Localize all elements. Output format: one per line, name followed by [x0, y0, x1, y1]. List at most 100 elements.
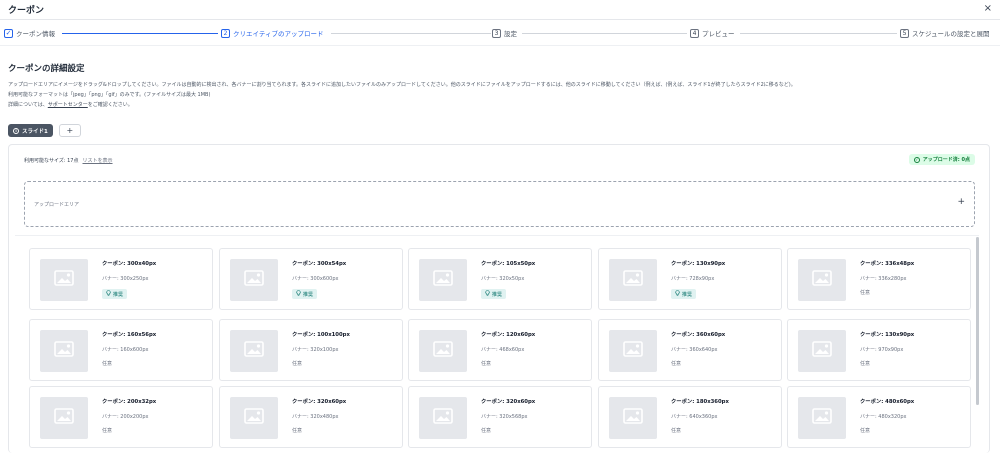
scrollbar-track[interactable]: [976, 237, 979, 405]
uploaded-count-text: アップロード済: 0点: [922, 157, 970, 163]
recommended-label: 推奨: [303, 291, 314, 298]
size-card-grid: クーポン: 300x40px バナー: 300x250px 推奨 クーポン: 300x…: [15, 235, 979, 453]
size-card[interactable]: クーポン: 120x60px バナー: 468x60px 任意: [408, 319, 592, 381]
step-creative-upload[interactable]: 2 クリエイティブのアップロード: [221, 26, 324, 40]
image-icon: [244, 408, 264, 428]
image-placeholder: [609, 259, 657, 301]
image-placeholder: [230, 259, 278, 301]
image-icon: [244, 341, 264, 361]
coupon-size: クーポン: 200x32px: [102, 399, 157, 405]
step-number: 5: [900, 28, 909, 38]
image-icon: [54, 341, 74, 361]
modal-title: クーポン: [8, 6, 45, 16]
image-icon: [623, 341, 643, 361]
slide-tab-label: スライド1: [22, 128, 48, 135]
banner-size: バナー: 360x640px: [671, 347, 718, 353]
image-placeholder: [798, 259, 846, 301]
banner-size: バナー: 300x250px: [102, 276, 149, 282]
dropzone-label: アップロードエリア: [34, 202, 80, 208]
image-icon: [433, 341, 453, 361]
size-card[interactable]: クーポン: 180x360px バナー: 640x360px 任意: [598, 386, 782, 448]
coupon-size: クーポン: 480x60px: [860, 399, 915, 405]
optional-label: 任意: [102, 361, 113, 367]
recommended-badge: 推奨: [481, 289, 507, 299]
size-card[interactable]: クーポン: 160x56px バナー: 160x600px 任意: [29, 319, 213, 381]
image-placeholder: [609, 330, 657, 372]
step-label: クーポン情報: [16, 30, 55, 38]
image-placeholder: [40, 397, 88, 439]
size-card[interactable]: クーポン: 320x60px バナー: 320x480px 任意: [219, 386, 403, 448]
recommended-label: 推奨: [492, 291, 503, 298]
upload-dropzone[interactable]: アップロードエリア +: [24, 181, 975, 227]
image-placeholder: [40, 259, 88, 301]
step-number: 3: [492, 28, 501, 38]
banner-size: バナー: 160x600px: [102, 347, 149, 353]
size-card[interactable]: クーポン: 480x60px バナー: 480x320px 任意: [787, 386, 971, 448]
size-card[interactable]: クーポン: 320x60px バナー: 320x568px 任意: [408, 386, 592, 448]
support-center-link[interactable]: サポートセンター: [48, 102, 88, 108]
size-card[interactable]: クーポン: 200x32px バナー: 200x200px 任意: [29, 386, 213, 448]
size-card[interactable]: クーポン: 360x60px バナー: 360x640px 任意: [598, 319, 782, 381]
optional-label: 任意: [481, 361, 492, 367]
lightbulb-icon: [296, 290, 303, 298]
close-icon[interactable]: ×: [984, 3, 992, 14]
divider: [0, 45, 1000, 46]
image-icon: [54, 408, 74, 428]
upload-panel: 利用可能なサイズ: 17点 リストを表示 ✓ アップロード済: 0点 アップロード…: [8, 144, 990, 453]
step-label: 設定: [504, 30, 517, 38]
info-circle-icon: i: [13, 127, 19, 134]
coupon-size: クーポン: 130x90px: [671, 261, 726, 267]
slide-tabs: i スライド1 +: [8, 124, 81, 137]
banner-size: バナー: 320x100px: [292, 347, 339, 353]
image-icon: [433, 270, 453, 290]
size-card[interactable]: クーポン: 300x54px バナー: 300x600px 推奨: [219, 248, 403, 310]
step-connector: [331, 33, 491, 34]
size-card[interactable]: クーポン: 105x50px バナー: 320x50px 推奨: [408, 248, 592, 310]
step-number: 4: [690, 28, 699, 38]
size-card[interactable]: クーポン: 100x100px バナー: 320x100px 任意: [219, 319, 403, 381]
show-list-link[interactable]: リストを表示: [83, 158, 113, 164]
image-placeholder: [419, 259, 467, 301]
step-coupon-info[interactable]: ✓ クーポン情報: [4, 26, 55, 40]
image-icon: [54, 270, 74, 290]
size-card[interactable]: クーポン: 130x90px バナー: 728x90px 推奨: [598, 248, 782, 310]
add-slide-button[interactable]: +: [58, 124, 81, 137]
step-preview[interactable]: 4 プレビュー: [690, 26, 735, 40]
banner-size: バナー: 320x480px: [292, 414, 339, 420]
coupon-size: クーポン: 105x50px: [481, 261, 536, 267]
image-placeholder: [230, 397, 278, 439]
coupon-size: クーポン: 120x60px: [481, 332, 536, 338]
coupon-size: クーポン: 300x54px: [292, 261, 347, 267]
step-schedule[interactable]: 5 スケジュールの設定と展開: [900, 26, 990, 40]
banner-size: バナー: 200x200px: [102, 414, 149, 420]
image-placeholder: [798, 330, 846, 372]
step-label: スケジュールの設定と展開: [912, 30, 990, 38]
coupon-size: クーポン: 180x360px: [671, 399, 729, 405]
image-icon: [812, 270, 832, 290]
optional-label: 任意: [292, 428, 303, 434]
instructions-text: をご確認ください。: [87, 102, 133, 108]
coupon-size: クーポン: 130x90px: [860, 332, 915, 338]
lightbulb-icon: [106, 290, 113, 298]
optional-label: 任意: [481, 428, 492, 434]
check-circle-icon: ✓: [913, 156, 920, 163]
available-sizes: 利用可能なサイズ: 17点 リストを表示: [24, 157, 113, 164]
tab-slide-1[interactable]: i スライド1: [8, 124, 53, 137]
stepper: ✓ クーポン情報 2 クリエイティブのアップロード 3 設定 4 プレビュー 5…: [0, 26, 1000, 40]
plus-icon[interactable]: +: [957, 197, 965, 207]
image-icon: [244, 270, 264, 290]
size-card[interactable]: クーポン: 300x40px バナー: 300x250px 推奨: [29, 248, 213, 310]
optional-label: 任意: [860, 290, 871, 296]
image-placeholder: [230, 330, 278, 372]
optional-label: 任意: [860, 361, 871, 367]
optional-label: 任意: [102, 428, 113, 434]
image-icon: [623, 270, 643, 290]
size-card[interactable]: クーポン: 336x48px バナー: 336x280px 任意: [787, 248, 971, 310]
size-card[interactable]: クーポン: 130x90px バナー: 970x90px 任意: [787, 319, 971, 381]
section-title: クーポンの詳細設定: [8, 64, 85, 74]
step-settings[interactable]: 3 設定: [492, 26, 517, 40]
banner-size: バナー: 970x90px: [860, 347, 904, 353]
recommended-badge: 推奨: [102, 289, 128, 299]
instructions-line-3: 詳細については、サポートセンターをご確認ください。: [8, 101, 133, 108]
scrollbar-thumb[interactable]: [976, 237, 979, 405]
